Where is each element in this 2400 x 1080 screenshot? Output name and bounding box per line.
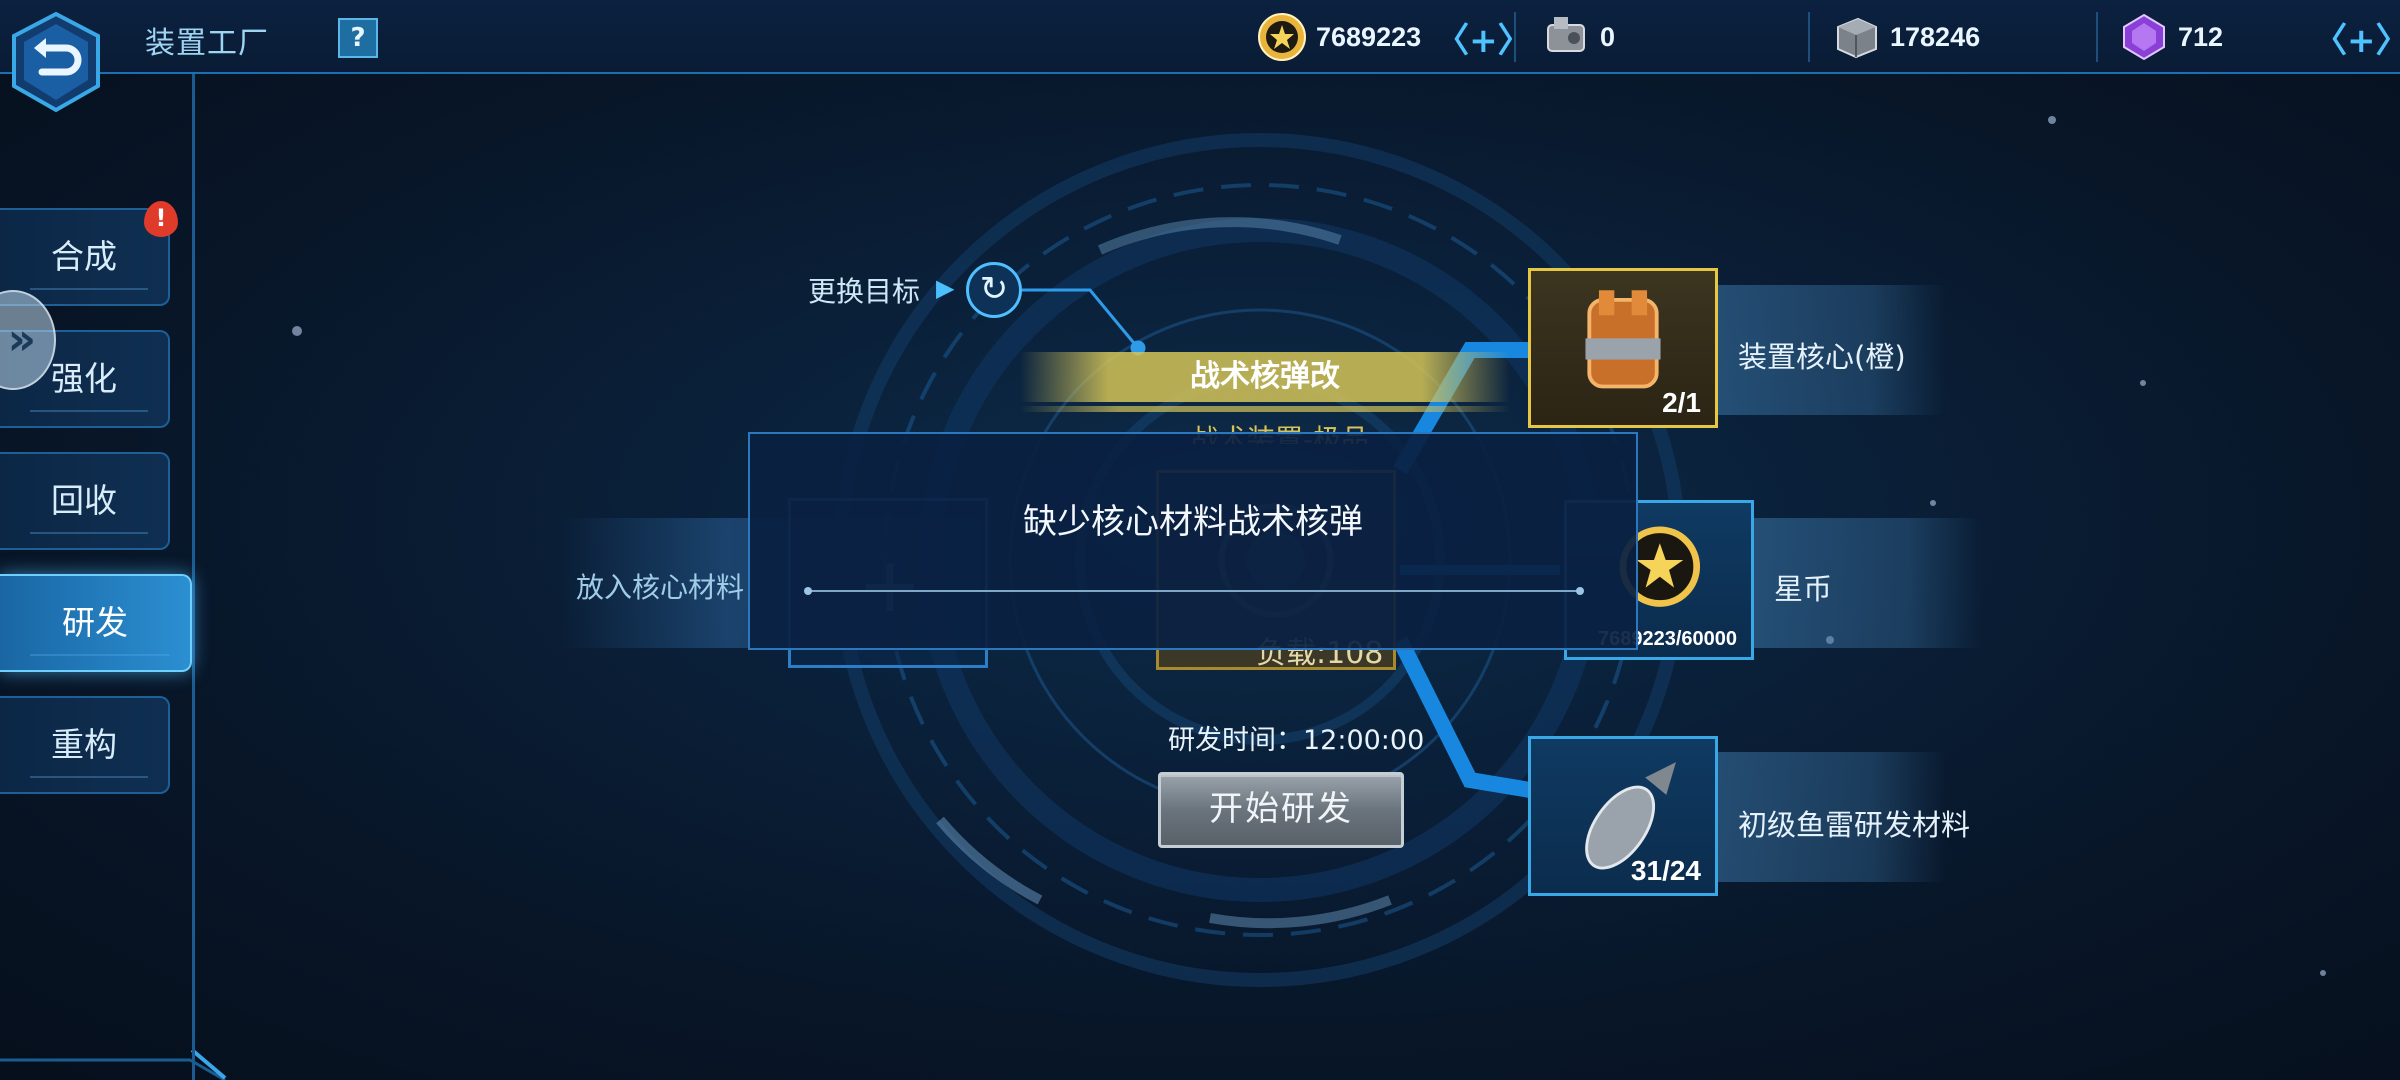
resource-star-coin: 7689223 〈+〉 xyxy=(1256,10,1532,64)
page-title: 装置工厂 xyxy=(145,26,269,61)
tab-recycle[interactable]: 回收 xyxy=(0,452,170,550)
star-coin-icon xyxy=(1258,13,1306,61)
divider xyxy=(1514,12,1516,62)
divider xyxy=(2096,12,2098,62)
start-research-button[interactable]: 开始研发 xyxy=(1158,772,1404,848)
material-count: 31/24 xyxy=(1630,855,1701,886)
material-name: 星币 xyxy=(1774,572,1833,606)
put-core-material-label: 放入核心材料 xyxy=(576,571,745,604)
top-bar: 装置工厂 ? 7689223 〈+〉 0 178246 712 〈+〉 xyxy=(0,0,2400,74)
tab-research[interactable]: 研发 xyxy=(0,574,192,672)
alloy-block-icon xyxy=(1837,17,1877,59)
alloy-block-value: 178246 xyxy=(1890,21,1981,52)
star-dot xyxy=(2320,970,2326,976)
purple-crystal-value: 712 xyxy=(2178,21,2224,52)
material-card-device-core[interactable]: 2/1 xyxy=(1528,268,1718,428)
play-arrow-icon: ▶ xyxy=(936,274,955,302)
help-button[interactable]: ? xyxy=(338,18,378,58)
warning-toast: 缺少核心材料战术核弹 xyxy=(748,432,1638,650)
add-purple-crystal-button[interactable]: 〈+〉 xyxy=(2313,13,2400,62)
tab-label: 回收 xyxy=(51,481,117,520)
material-count: 2/1 xyxy=(1662,387,1701,418)
purple-crystal-icon xyxy=(2123,13,2165,61)
material-name: 初级鱼雷研发材料 xyxy=(1738,808,1971,842)
device-parts-value: 0 xyxy=(1600,21,1616,52)
star-coin-value: 7689223 xyxy=(1316,21,1422,52)
material-card-torpedo-material[interactable]: 31/24 xyxy=(1528,736,1718,896)
divider xyxy=(1808,12,1810,62)
device-parts-icon xyxy=(1547,17,1585,52)
target-item-name: 战术核弹改 xyxy=(1020,352,1510,402)
toast-divider-dot xyxy=(1576,587,1584,595)
notification-badge: ! xyxy=(144,201,178,237)
tab-label: 研发 xyxy=(62,603,128,642)
star-dot xyxy=(292,326,302,336)
add-star-coin-button[interactable]: 〈+〉 xyxy=(1435,13,1532,62)
back-button[interactable] xyxy=(8,10,104,114)
left-panel-rail xyxy=(192,74,195,1080)
tab-label: 强化 xyxy=(51,359,117,398)
star-dot xyxy=(2048,116,2056,124)
toast-divider xyxy=(808,590,1580,592)
toast-divider-dot xyxy=(804,587,812,595)
star-dot xyxy=(2140,380,2146,386)
research-time: 研发时间：12:00:00 xyxy=(1168,725,1425,756)
resource-alloy-block: 178246 xyxy=(1830,10,1980,64)
resource-purple-crystal: 712 〈+〉 xyxy=(2118,10,2400,64)
change-target-label[interactable]: 更换目标 xyxy=(808,270,920,310)
resource-device-parts: 0 xyxy=(1540,10,1615,64)
tab-label: 合成 xyxy=(51,237,117,276)
star-dot xyxy=(1930,500,1936,506)
material-band xyxy=(1736,518,1982,648)
warning-message: 缺少核心材料战术核弹 xyxy=(1023,502,1363,542)
tab-label: 重构 xyxy=(51,725,117,764)
item-name-underline xyxy=(1020,406,1510,412)
material-name: 装置核心(橙) xyxy=(1738,340,1906,374)
refresh-target-button[interactable]: ↻ xyxy=(966,262,1022,318)
tab-rebuild[interactable]: 重构 xyxy=(0,696,170,794)
